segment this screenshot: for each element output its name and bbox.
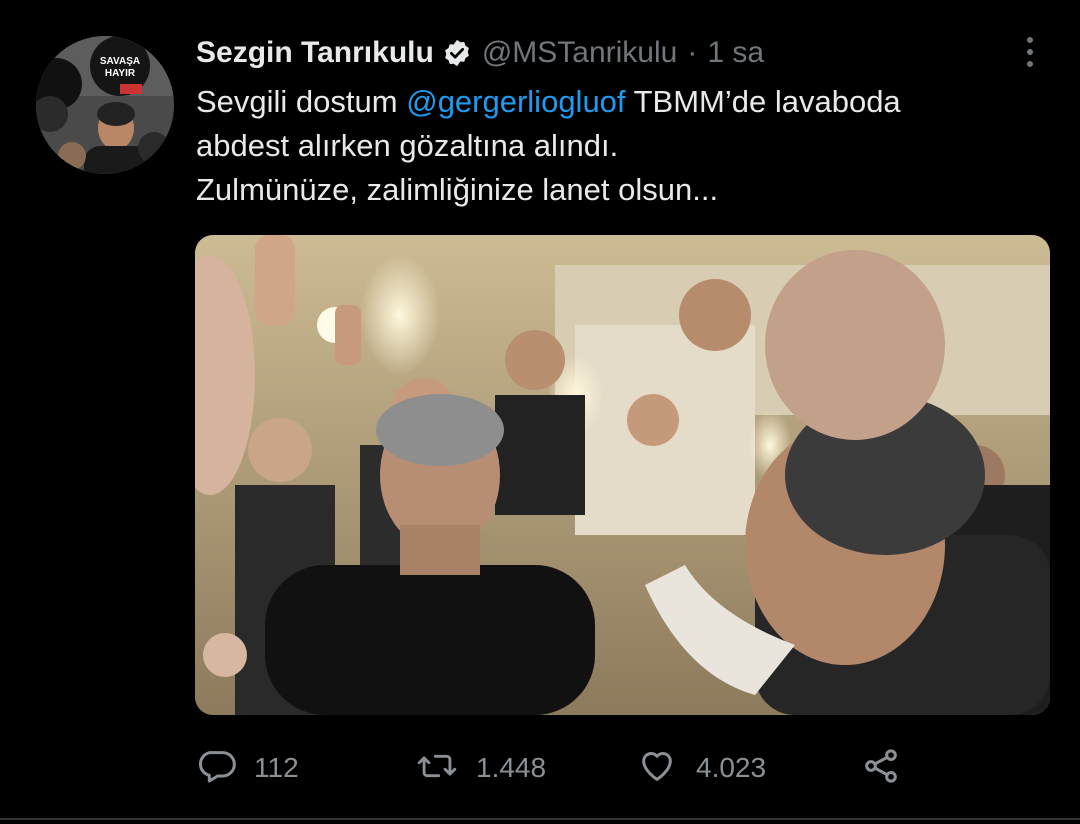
tweet-text: Sevgili dostum @gergerliogluof TBMM’de l… — [196, 80, 1056, 212]
retweet-count: 1.448 — [476, 752, 547, 783]
text-suffix: TBMM’de lavaboda — [625, 84, 901, 119]
share-icon — [860, 746, 902, 791]
tweet-time[interactable]: 1 sa — [707, 36, 764, 70]
tweet[interactable]: SAVAŞA HAYIR Sezgin Tanrıkulu @MSTanriku… — [0, 0, 1080, 824]
tweet-media-image[interactable] — [195, 235, 1050, 715]
author-handle[interactable]: @MSTanrikulu — [482, 36, 678, 70]
avatar-sign-text-1: SAVAŞA — [100, 56, 140, 67]
retweet-icon — [416, 746, 458, 791]
like-icon — [636, 746, 678, 791]
reply-count: 112 — [254, 752, 299, 783]
reply-icon — [196, 746, 236, 791]
reply-button[interactable]: 112 — [196, 738, 299, 798]
tweet-header: Sezgin Tanrıkulu @MSTanrikulu · 1 sa — [196, 30, 764, 76]
author-name[interactable]: Sezgin Tanrıkulu — [196, 36, 434, 70]
tweet-text-line-2: abdest alırken gözaltına alındı. — [196, 128, 619, 163]
avatar-sign-text-2: HAYIR — [105, 68, 136, 79]
divider — [0, 818, 1080, 820]
avatar-image: SAVAŞA HAYIR — [36, 36, 174, 174]
avatar[interactable]: SAVAŞA HAYIR — [36, 36, 174, 174]
like-button[interactable]: 4.023 — [636, 738, 766, 798]
time-separator: · — [687, 36, 698, 69]
media-photo — [195, 235, 1050, 715]
text-prefix: Sevgili dostum — [196, 84, 407, 119]
share-button[interactable] — [860, 738, 902, 798]
more-icon[interactable] — [1012, 32, 1048, 72]
mention-link[interactable]: @gergerliogluof — [406, 84, 625, 119]
retweet-button[interactable]: 1.448 — [416, 738, 546, 798]
tweet-actions: 112 1.448 4.023 — [196, 738, 1056, 798]
tweet-text-line-3: Zulmünüze, zalimliğinize lanet olsun... — [196, 172, 719, 207]
like-count: 4.023 — [696, 752, 767, 783]
verified-icon — [442, 38, 472, 68]
tweet-text-line-1: Sevgili dostum @gergerliogluof TBMM’de l… — [196, 80, 1056, 124]
